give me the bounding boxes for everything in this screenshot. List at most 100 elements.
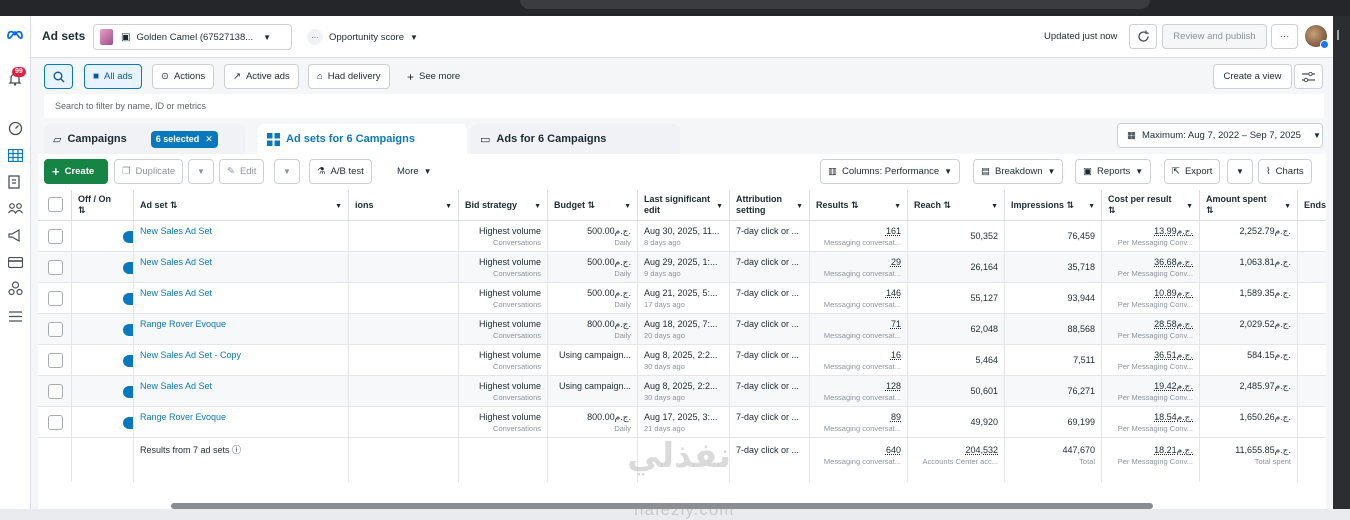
ab-test-button[interactable]: ⚗ A/B test	[309, 159, 372, 184]
chevron-down-icon: ▼	[335, 203, 342, 210]
menu-icon[interactable]	[6, 307, 24, 325]
col-bid-strategy[interactable]: Bid strategy ▼	[459, 190, 548, 221]
currency-label: ج.م.	[1274, 412, 1291, 422]
tab-ads[interactable]: ▭ Ads for 6 Campaigns	[471, 124, 680, 154]
table-row[interactable]: Range Rover Evoque Highest volume Conversa…	[38, 314, 1326, 345]
see-more-filter[interactable]: + See more	[399, 64, 468, 89]
adset-name-link[interactable]: Range Rover Evoque	[140, 412, 226, 422]
export-button[interactable]: ⇱ Export	[1164, 159, 1221, 184]
settings-sliders-button[interactable]	[1294, 64, 1323, 89]
col-budget[interactable]: Budget ⇅ ▼	[548, 190, 638, 221]
avatar[interactable]	[1305, 25, 1329, 49]
edit-button[interactable]: ✎ Edit	[219, 159, 265, 184]
table-row[interactable]: Range Rover Evoque Highest volume Conversa…	[38, 407, 1326, 438]
delivery-toggle[interactable]	[123, 417, 133, 429]
review-publish-button[interactable]: Review and publish	[1162, 24, 1267, 49]
date-range-picker[interactable]: ▦ Maximum: Aug 7, 2022 – Sep 7, 2025 ▼	[1117, 123, 1323, 148]
col-cost-per-result[interactable]: Cost per result ⇅ ▼	[1102, 190, 1200, 221]
more-dropdown[interactable]: More ▼	[390, 159, 439, 184]
info-icon[interactable]: ⓘ	[230, 445, 241, 455]
columns-dropdown[interactable]: ▥ Columns: Performance ▼	[820, 159, 961, 184]
business-tools-icon[interactable]	[6, 279, 24, 297]
row-checkbox[interactable]	[48, 322, 63, 337]
table-row[interactable]: New Sales Ad Set - Copy Highest volume Con…	[38, 345, 1326, 376]
row-checkbox[interactable]	[48, 260, 63, 275]
footer-results-value: 640	[885, 445, 901, 455]
breakdown-dropdown[interactable]: ▤ Breakdown ▼	[973, 159, 1064, 184]
reports-dropdown[interactable]: ▣ Reports ▼	[1075, 159, 1152, 184]
active-ads-filter[interactable]: ↗ Active ads	[224, 64, 299, 89]
col-amount-spent[interactable]: Amount spent ⇅ ▼	[1200, 190, 1298, 221]
cell-attr: 7-day click or ...	[730, 407, 810, 438]
col-reach[interactable]: Reach ⇅ ▼	[908, 190, 1005, 221]
close-icon[interactable]: ✕	[205, 134, 213, 145]
adset-name-link[interactable]: New Sales Ad Set - Copy	[140, 350, 241, 360]
table-row[interactable]: New Sales Ad Set Highest volume Conversati…	[38, 283, 1326, 314]
selected-badge[interactable]: 6 selected ✕	[150, 130, 218, 148]
currency-label: ج.م.	[1274, 350, 1291, 360]
row-checkbox[interactable]	[48, 384, 63, 399]
impressions-value: 7,511	[1073, 355, 1095, 365]
create-button[interactable]: + Create	[44, 159, 108, 184]
cost-per-result-value: 19.42	[1154, 381, 1177, 391]
gauge-icon[interactable]	[6, 119, 24, 137]
account-selector[interactable]: ▣ Golden Camel (67527138... ▼	[93, 24, 292, 50]
had-delivery-filter[interactable]: ⌂ Had delivery	[308, 64, 390, 89]
col-last-edit[interactable]: Last significant edit ▼	[638, 190, 730, 221]
row-checkbox[interactable]	[48, 353, 63, 368]
all-ads-filter[interactable]: ■ All ads	[84, 64, 142, 89]
search-button[interactable]	[44, 64, 73, 89]
delivery-toggle[interactable]	[123, 262, 133, 274]
megaphone-icon[interactable]	[6, 226, 24, 244]
cell-tog	[72, 252, 134, 283]
amount-spent-value: 2,252.79	[1239, 226, 1275, 236]
col-attribution[interactable]: Attribution setting ▼	[730, 190, 810, 221]
col-results[interactable]: Results ⇅ ▼	[810, 190, 908, 221]
charts-button[interactable]: ⌇ Charts	[1258, 159, 1312, 184]
adset-name-link[interactable]: New Sales Ad Set	[140, 257, 212, 267]
delivery-toggle[interactable]	[123, 355, 133, 367]
opportunity-score-dropdown[interactable]: ··· Opportunity score ▼	[307, 29, 418, 45]
table-grid-icon[interactable]	[6, 146, 24, 164]
row-checkbox[interactable]	[48, 229, 63, 244]
tab-adsets[interactable]: Ad sets for 6 Campaigns	[258, 124, 467, 154]
tab-campaigns[interactable]: ▱ Campaigns 6 selected ✕	[44, 124, 245, 154]
table-row[interactable]: New Sales Ad Set Highest volume Conversati…	[38, 376, 1326, 407]
table-row[interactable]: New Sales Ad Set Highest volume Conversati…	[38, 252, 1326, 283]
create-view-button[interactable]: Create a view	[1213, 64, 1292, 89]
adset-name-link[interactable]: New Sales Ad Set	[140, 288, 212, 298]
row-checkbox[interactable]	[48, 291, 63, 306]
cell-tog	[72, 314, 134, 345]
adset-name-link[interactable]: New Sales Ad Set	[140, 226, 212, 236]
col-adset[interactable]: Ad set ⇅ ▼	[134, 190, 349, 221]
more-options-button[interactable]: ···	[1271, 24, 1298, 49]
delivery-toggle[interactable]	[123, 231, 133, 243]
col-impressions[interactable]: Impressions ⇅ ▼	[1005, 190, 1102, 221]
duplicate-button[interactable]: ❐ Duplicate	[114, 159, 184, 184]
delivery-toggle[interactable]	[123, 324, 133, 336]
edit-dropdown[interactable]: ▼	[274, 159, 300, 184]
billing-card-icon[interactable]	[6, 253, 24, 271]
col-delivery[interactable]: ions ▼	[349, 190, 459, 221]
audience-icon[interactable]	[6, 199, 24, 217]
table-row[interactable]: New Sales Ad Set Highest volume Conversati…	[38, 221, 1326, 252]
col-ends[interactable]: Ends	[1298, 190, 1326, 221]
col-off-on[interactable]: Off / On ⇅	[72, 190, 134, 221]
adset-name-link[interactable]: Range Rover Evoque	[140, 319, 226, 329]
bar-chart-icon[interactable]	[1337, 30, 1345, 40]
cell-attr: 7-day click or ...	[730, 376, 810, 407]
export-dropdown[interactable]: ▼	[1227, 159, 1253, 184]
row-checkbox[interactable]	[48, 415, 63, 430]
select-all-checkbox[interactable]	[48, 197, 63, 212]
sort-icon: ⇅	[1108, 205, 1116, 215]
delivery-toggle[interactable]	[123, 386, 133, 398]
delivery-toggle[interactable]	[123, 293, 133, 305]
pages-icon[interactable]	[6, 173, 24, 191]
adset-name-link[interactable]: New Sales Ad Set	[140, 381, 212, 391]
search-input[interactable]: Search to filter by name, ID or metrics	[44, 94, 1324, 118]
meta-logo-icon[interactable]	[6, 25, 24, 43]
actions-filter[interactable]: ⊙ Actions	[152, 64, 215, 89]
duplicate-dropdown[interactable]: ▼	[188, 159, 214, 184]
refresh-button[interactable]	[1129, 24, 1157, 49]
results-sub: Messaging conversat...	[823, 331, 901, 340]
